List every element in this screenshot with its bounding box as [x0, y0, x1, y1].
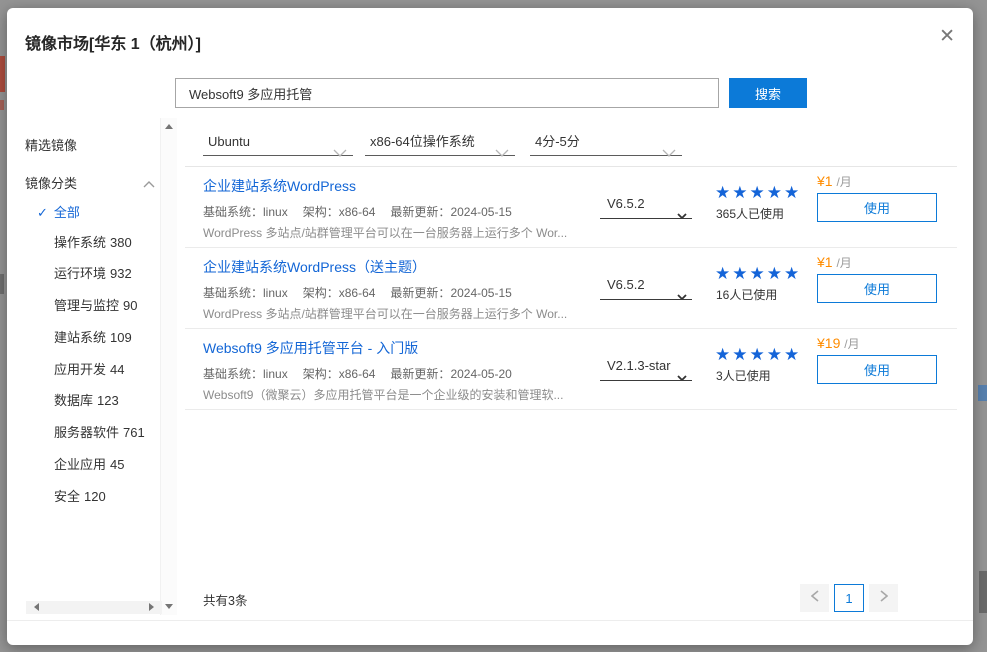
- prev-page-button[interactable]: [800, 584, 829, 612]
- sidebar-category-header[interactable]: 镜像分类: [25, 175, 155, 193]
- image-title-link[interactable]: 企业建站系统WordPress（送主题）: [203, 257, 426, 277]
- chevron-up-icon: [143, 175, 155, 193]
- sidebar-item-security[interactable]: 安全120: [54, 488, 106, 506]
- chevron-down-icon: [495, 138, 509, 167]
- close-icon[interactable]: ✕: [939, 27, 955, 46]
- page-scrollbar-thumb[interactable]: [979, 571, 987, 613]
- price: ¥19 /月: [817, 335, 860, 352]
- sidebar-item-os[interactable]: 操作系统380: [54, 234, 132, 252]
- use-button[interactable]: 使用: [817, 274, 937, 303]
- page-number-current[interactable]: 1: [834, 584, 864, 612]
- search-input[interactable]: [175, 78, 719, 108]
- image-description: WordPress 多站点/站群管理平台可以在一台服务器上运行多个 Wor...: [203, 305, 567, 322]
- image-meta: 基础系统：linux架构：x86-64最新更新：2024-05-20: [203, 365, 512, 382]
- image-listing-row: Websoft9 多应用托管平台 - 入门版 基础系统：linux架构：x86-…: [185, 329, 957, 410]
- check-icon: ✓: [37, 205, 48, 220]
- pagination: 1: [800, 584, 898, 612]
- rating-stars-icon: ★★★★★: [715, 264, 801, 284]
- image-title-link[interactable]: Websoft9 多应用托管平台 - 入门版: [203, 338, 418, 358]
- image-market-dialog: 镜像市场[华东 1（杭州）] ✕ 搜索 精选镜像 镜像分类 ✓全部 操作系统38…: [7, 8, 973, 645]
- background-artifact: [0, 56, 5, 92]
- scroll-left-arrow-icon[interactable]: [34, 603, 39, 611]
- scroll-up-arrow-icon[interactable]: [165, 124, 173, 129]
- rating-stars-icon: ★★★★★: [715, 183, 801, 203]
- filter-rating-select[interactable]: 4分-5分: [530, 127, 682, 156]
- filter-arch-select[interactable]: x86-64位操作系统: [365, 127, 515, 156]
- chevron-right-icon: [880, 589, 888, 607]
- next-page-button[interactable]: [869, 584, 898, 612]
- chevron-down-icon: [662, 138, 676, 167]
- total-count: 共有3条: [203, 590, 247, 609]
- version-select[interactable]: V2.1.3-star: [600, 353, 692, 381]
- price: ¥1 /月: [817, 173, 852, 190]
- use-button[interactable]: 使用: [817, 355, 937, 384]
- image-title-link[interactable]: 企业建站系统WordPress: [203, 176, 356, 196]
- sidebar-item-database[interactable]: 数据库123: [54, 392, 119, 410]
- scroll-right-arrow-icon[interactable]: [149, 603, 154, 611]
- version-select[interactable]: V6.5.2: [600, 191, 692, 219]
- sidebar-item-all[interactable]: ✓全部: [37, 204, 80, 222]
- image-meta: 基础系统：linux架构：x86-64最新更新：2024-05-15: [203, 203, 512, 220]
- sidebar-item-featured[interactable]: 精选镜像: [25, 137, 77, 155]
- image-meta: 基础系统：linux架构：x86-64最新更新：2024-05-15: [203, 284, 512, 301]
- page-scrollbar-element: [978, 385, 987, 401]
- sidebar-vertical-scrollbar[interactable]: [160, 118, 177, 615]
- image-description: WordPress 多站点/站群管理平台可以在一台服务器上运行多个 Wor...: [203, 224, 567, 241]
- dialog-title: 镜像市场[华东 1（杭州）]: [25, 30, 201, 54]
- background-artifact: [0, 100, 4, 110]
- users-count: 16人已使用: [716, 286, 777, 303]
- sidebar-item-monitoring[interactable]: 管理与监控90: [54, 297, 137, 315]
- chevron-down-icon: [677, 364, 687, 381]
- filter-os-select[interactable]: Ubuntu: [203, 127, 353, 156]
- sidebar-item-website[interactable]: 建站系统109: [54, 329, 132, 347]
- background-artifact: [0, 274, 4, 294]
- chevron-down-icon: [677, 202, 687, 219]
- scroll-down-arrow-icon[interactable]: [165, 604, 173, 609]
- users-count: 365人已使用: [716, 205, 784, 222]
- version-select[interactable]: V6.5.2: [600, 272, 692, 300]
- chevron-down-icon: [333, 138, 347, 167]
- use-button[interactable]: 使用: [817, 193, 937, 222]
- bottom-divider: [7, 620, 973, 621]
- image-listing-table: 企业建站系统WordPress 基础系统：linux架构：x86-64最新更新：…: [185, 166, 957, 410]
- sidebar-item-enterprise[interactable]: 企业应用45: [54, 456, 124, 474]
- chevron-left-icon: [811, 589, 819, 607]
- image-listing-row: 企业建站系统WordPress 基础系统：linux架构：x86-64最新更新：…: [185, 167, 957, 248]
- sidebar-item-server-software[interactable]: 服务器软件761: [54, 424, 145, 442]
- sidebar-item-runtime[interactable]: 运行环境932: [54, 265, 132, 283]
- users-count: 3人已使用: [716, 367, 771, 384]
- image-listing-row: 企业建站系统WordPress（送主题） 基础系统：linux架构：x86-64…: [185, 248, 957, 329]
- rating-stars-icon: ★★★★★: [715, 345, 801, 365]
- image-description: Websoft9（微聚云）多应用托管平台是一个企业级的安装和管理软...: [203, 386, 563, 403]
- search-button[interactable]: 搜索: [729, 78, 807, 108]
- price: ¥1 /月: [817, 254, 852, 271]
- sidebar-horizontal-scrollbar[interactable]: [26, 601, 162, 614]
- chevron-down-icon: [677, 283, 687, 300]
- sidebar-item-appdev[interactable]: 应用开发44: [54, 361, 124, 379]
